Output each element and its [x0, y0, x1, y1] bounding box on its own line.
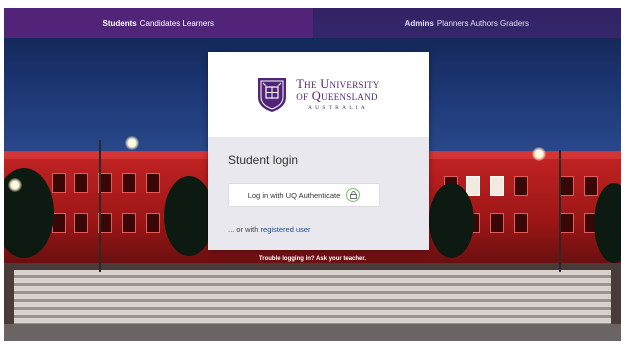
building-window	[560, 176, 574, 196]
wordmark-country: AUSTRALIA	[308, 104, 368, 111]
building-window	[584, 176, 598, 196]
uq-authenticate-label: Log in with UQ Authenticate	[247, 190, 341, 200]
registered-user-link[interactable]: registered user	[261, 225, 311, 234]
building-window	[52, 213, 66, 233]
login-panel: Student login Log in with UQ Authenticat…	[208, 137, 429, 250]
tab-students-subtitle: Candidates Learners	[139, 18, 214, 28]
building-window	[74, 213, 88, 233]
lamp-light	[532, 147, 546, 161]
lock-icon	[346, 188, 361, 202]
building-window	[490, 213, 504, 233]
tab-admins-subtitle: Planners Authors Graders	[436, 18, 529, 28]
building-window	[74, 173, 88, 193]
login-help-link[interactable]: Trouble logging in? Ask your teacher.	[4, 256, 621, 262]
lamp-light	[8, 178, 22, 192]
building-window	[146, 213, 160, 233]
registered-user-prefix: ... or with	[228, 225, 259, 234]
university-wordmark: The University of Queensland AUSTRALIA	[296, 78, 379, 112]
uq-authenticate-button[interactable]: Log in with UQ Authenticate	[228, 183, 380, 207]
building-window	[560, 213, 574, 233]
building-window	[466, 176, 480, 196]
lamp-light	[125, 136, 139, 150]
building-window	[514, 213, 528, 233]
uq-crest-logo	[258, 77, 287, 112]
building-window	[52, 173, 66, 193]
building-window	[514, 176, 528, 196]
page-frame: Students Candidates Learners Admins Plan…	[4, 8, 621, 341]
tab-students-title: Students	[102, 18, 137, 28]
registered-user-line: ... or with registered user	[228, 225, 311, 234]
university-header: The University of Queensland AUSTRALIA	[208, 52, 429, 137]
tab-admins[interactable]: Admins Planners Authors Graders	[312, 8, 621, 38]
building-window	[122, 173, 136, 193]
role-tabs: Students Candidates Learners Admins Plan…	[4, 8, 621, 38]
stone-stairs	[14, 270, 611, 326]
building-window	[490, 176, 504, 196]
tab-students[interactable]: Students Candidates Learners	[4, 8, 313, 38]
login-title: Student login	[228, 153, 299, 167]
wordmark-line2: of Queensland	[296, 89, 378, 104]
login-card: The University of Queensland AUSTRALIA S…	[208, 52, 429, 250]
lamp-post	[559, 150, 561, 272]
lamp-post	[99, 140, 101, 272]
tab-admins-title: Admins	[404, 18, 434, 28]
building-window	[122, 213, 136, 233]
building-window	[146, 173, 160, 193]
plaza	[4, 324, 621, 341]
tree	[429, 183, 474, 258]
tree	[164, 176, 214, 256]
